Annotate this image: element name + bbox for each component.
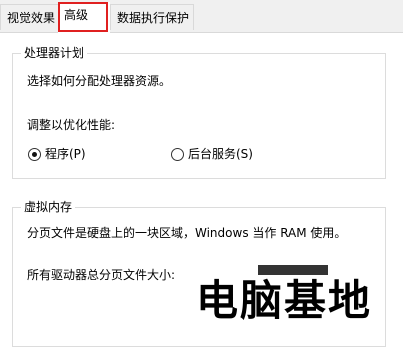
background-services-radio-label[interactable]: 后台服务(S) [188,146,253,162]
virtual-memory-title: 虚拟内存 [21,199,76,215]
programs-radio[interactable] [28,148,41,161]
site-watermark: 电脑基地 [196,276,373,325]
total-paging-file-size-label: 所有驱动器总分页文件大小: [27,268,176,282]
tab-data-execution-prevention[interactable]: 数据执行保护 [110,4,194,30]
virtual-memory-description: 分页文件是硬盘上的一块区域，Windows 当作 RAM 使用。 [27,226,347,240]
tab-visual-effects[interactable]: 视觉效果 [0,4,60,30]
tab-advanced[interactable]: 高级 [58,2,110,33]
radio-selected-dot [32,152,37,157]
optimize-performance-label: 调整以优化性能: [27,118,116,132]
processor-scheduling-group: 处理器计划 选择如何分配处理器资源。 调整以优化性能: 程序(P) 后台服务(S… [12,45,386,179]
tab-strip: 视觉效果 高级 数据执行保护 [0,0,403,33]
processor-scheduling-title: 处理器计划 [21,45,88,61]
programs-radio-label[interactable]: 程序(P) [45,146,86,162]
processor-scheduling-description: 选择如何分配处理器资源。 [27,74,172,88]
background-services-radio[interactable] [171,148,184,161]
